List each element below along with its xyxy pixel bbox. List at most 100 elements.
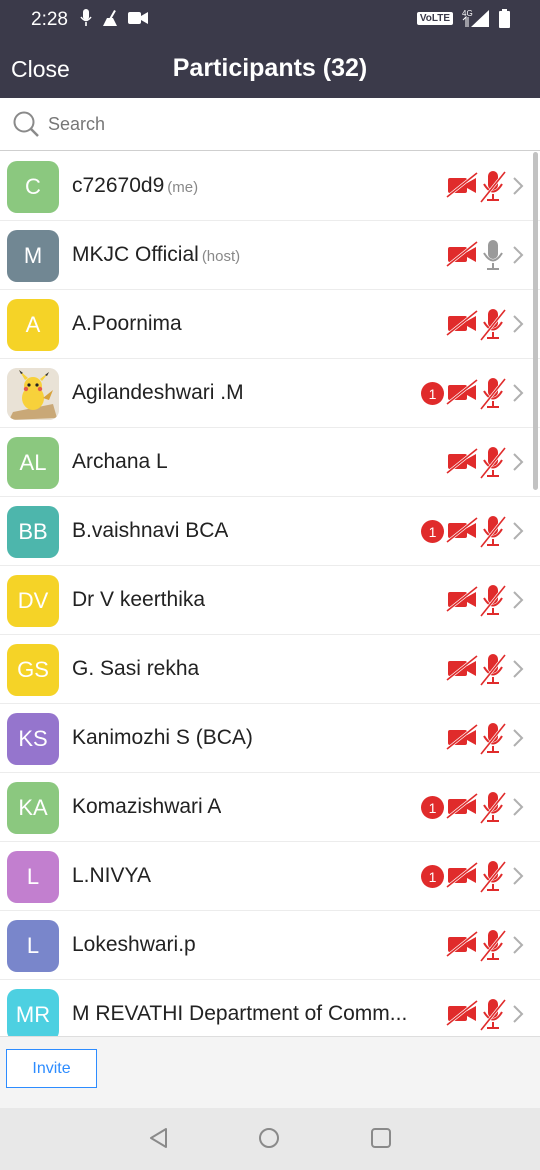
unread-badge: 1: [421, 520, 444, 543]
participant-row[interactable]: Cc72670d9 (me): [0, 152, 540, 221]
volte-badge: VoLTE: [416, 11, 453, 25]
participant-avatar: AL: [7, 437, 59, 489]
participant-name: M REVATHI Department of Comm...: [72, 1002, 408, 1025]
unread-badge: 1: [421, 796, 444, 819]
mic-muted-icon: [479, 928, 507, 967]
participant-name: Lokeshwari.p: [72, 933, 196, 956]
system-nav-bar: [0, 1108, 540, 1170]
participant-avatar: [7, 368, 59, 420]
mic-muted-icon: [479, 169, 507, 208]
participant-avatar: A: [7, 299, 59, 351]
participant-row[interactable]: AL Archana L: [0, 428, 540, 497]
search-bar: [0, 98, 540, 151]
unread-badge: 1: [421, 382, 444, 405]
participant-name-wrap: Komazishwari A: [72, 795, 221, 819]
unread-badge: 1: [421, 865, 444, 888]
chevron-right-icon[interactable]: [512, 245, 524, 270]
participant-name-wrap: MKJC Official (host): [72, 243, 240, 267]
chevron-right-icon[interactable]: [512, 866, 524, 891]
video-off-icon: [446, 999, 478, 1031]
chevron-right-icon[interactable]: [512, 659, 524, 684]
participant-row[interactable]: L L.NIVYA 1: [0, 842, 540, 911]
participant-name: L.NIVYA: [72, 864, 151, 887]
participant-name: B.vaishnavi BCA: [72, 519, 229, 542]
mic-muted-icon: [479, 652, 507, 691]
mic-muted-icon: [479, 859, 507, 898]
status-bar: 2:28 VoLTE 4G: [0, 0, 540, 40]
video-off-icon: [446, 447, 478, 479]
chevron-right-icon[interactable]: [512, 1004, 524, 1029]
video-off-icon: [446, 723, 478, 755]
participant-row[interactable]: A A.Poornima: [0, 290, 540, 359]
participant-name-wrap: Kanimozhi S (BCA): [72, 726, 253, 750]
video-off-icon: [446, 792, 478, 824]
recent-apps-nav-icon[interactable]: [370, 1127, 392, 1149]
participant-name-wrap: Agilandeshwari .M: [72, 381, 244, 405]
page-title: Participants (32): [172, 54, 368, 82]
participant-row[interactable]: MR M REVATHI Department of Comm...: [0, 980, 540, 1036]
signal-label: 4G: [462, 9, 473, 18]
chevron-right-icon[interactable]: [512, 521, 524, 546]
chevron-right-icon[interactable]: [512, 383, 524, 408]
list-scrollbar[interactable]: [533, 152, 538, 490]
participant-avatar: BB: [7, 506, 59, 558]
participant-row[interactable]: BB B.vaishnavi BCA 1: [0, 497, 540, 566]
participant-name-wrap: B.vaishnavi BCA: [72, 519, 228, 543]
participant-name: Dr V keerthika: [72, 588, 206, 611]
participant-name-wrap: Lokeshwari.p: [72, 933, 196, 957]
participant-name-wrap: L.NIVYA: [72, 864, 151, 888]
video-off-icon: [446, 309, 478, 341]
participant-name-wrap: A.Poornima: [72, 312, 182, 336]
participant-avatar: GS: [7, 644, 59, 696]
participant-name: G. Sasi rekha: [72, 657, 200, 680]
participant-avatar: L: [7, 851, 59, 903]
chevron-right-icon[interactable]: [512, 590, 524, 615]
search-input[interactable]: [48, 110, 508, 138]
chevron-right-icon[interactable]: [512, 176, 524, 201]
participant-row[interactable]: KA Komazishwari A 1: [0, 773, 540, 842]
participant-row[interactable]: DV Dr V keerthika: [0, 566, 540, 635]
participant-name: Komazishwari A: [72, 795, 222, 818]
participant-avatar: KS: [7, 713, 59, 765]
chevron-right-icon[interactable]: [512, 452, 524, 477]
participant-list[interactable]: Cc72670d9 (me) M MKJC Official (host) A A.Poor…: [0, 152, 540, 1036]
chevron-right-icon[interactable]: [512, 797, 524, 822]
chevron-right-icon[interactable]: [512, 935, 524, 960]
mic-muted-icon: [479, 307, 507, 346]
participant-role-tag: (host): [201, 248, 241, 265]
participant-name: c72670d9: [72, 174, 165, 197]
participant-avatar: L: [7, 920, 59, 972]
search-icon: [13, 111, 39, 137]
participant-avatar: MR: [7, 989, 59, 1036]
participant-name-wrap: Archana L: [72, 450, 168, 474]
participant-avatar: C: [7, 161, 59, 213]
participant-row[interactable]: Agilandeshwari .M 1: [0, 359, 540, 428]
video-off-icon: [446, 378, 478, 410]
participant-row[interactable]: L Lokeshwari.p: [0, 911, 540, 980]
mic-muted-icon: [479, 583, 507, 622]
participant-name: Archana L: [72, 450, 168, 473]
invite-button[interactable]: Invite: [6, 1049, 97, 1088]
participant-name: MKJC Official: [72, 243, 199, 266]
participant-row[interactable]: GS G. Sasi rekha: [0, 635, 540, 704]
mic-muted-icon: [479, 514, 507, 553]
clean-status-icon: [103, 10, 117, 26]
chevron-right-icon[interactable]: [512, 314, 524, 339]
participant-name-wrap: G. Sasi rekha: [72, 657, 199, 681]
home-nav-icon[interactable]: [258, 1127, 280, 1149]
video-off-icon: [446, 171, 478, 203]
participant-row[interactable]: KS Kanimozhi S (BCA): [0, 704, 540, 773]
mic-muted-icon: [479, 445, 507, 484]
participant-avatar: DV: [7, 575, 59, 627]
participant-avatar: M: [7, 230, 59, 282]
footer-bar: Invite: [0, 1036, 540, 1108]
status-left-icons: [80, 9, 148, 27]
participants-header: Close Participants (32): [0, 40, 540, 98]
back-nav-icon[interactable]: [148, 1127, 170, 1149]
participant-row[interactable]: M MKJC Official (host): [0, 221, 540, 290]
video-off-icon: [446, 240, 478, 272]
participant-name: A.Poornima: [72, 312, 182, 335]
chevron-right-icon[interactable]: [512, 728, 524, 753]
mic-muted-icon: [479, 790, 507, 829]
participant-name: Kanimozhi S (BCA): [72, 726, 253, 749]
